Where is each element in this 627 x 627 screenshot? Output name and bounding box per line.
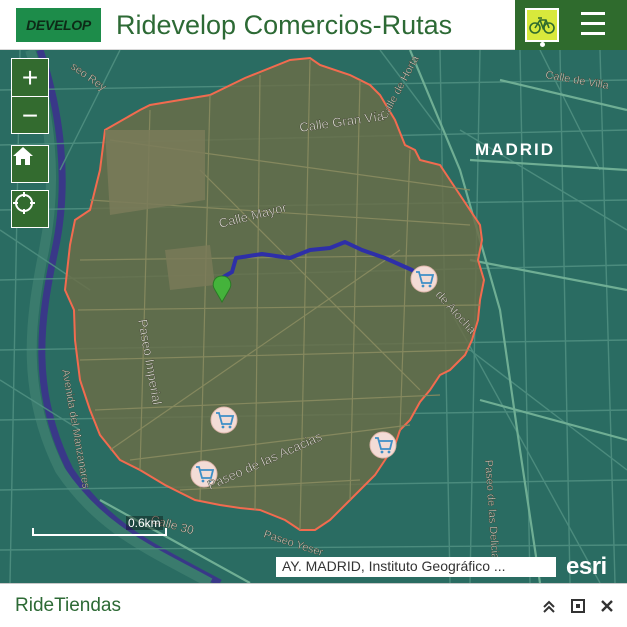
app-title: Ridevelop Comercios-Rutas xyxy=(116,10,453,40)
label-madrid: MADRID xyxy=(475,140,555,159)
double-chevron-up-icon[interactable] xyxy=(537,594,561,618)
locate-button[interactable] xyxy=(11,190,49,228)
bicycle-widget-button[interactable] xyxy=(525,8,559,42)
locate-icon xyxy=(13,192,35,214)
bicycle-icon xyxy=(529,17,555,34)
maximize-icon[interactable] xyxy=(566,594,590,618)
zoom-in-button[interactable]: + xyxy=(12,59,48,96)
basemap: MADRID Calle Gran Vía Calle Mayor Paseo … xyxy=(0,50,627,583)
zoom-control: + − xyxy=(11,58,49,134)
panel-title: RideTiendas xyxy=(15,595,121,616)
ridetiendas-panel: RideTiendas xyxy=(0,583,627,627)
shopping-cart-icon[interactable] xyxy=(369,431,397,459)
shopping-cart-icon[interactable] xyxy=(210,406,238,434)
map-attribution[interactable]: AY. MADRID, Instituto Geográfico ... xyxy=(276,557,556,577)
header-toolbar xyxy=(515,0,627,50)
close-icon[interactable] xyxy=(595,594,619,618)
active-widget-indicator xyxy=(540,42,545,47)
esri-logo[interactable]: esri xyxy=(566,553,607,581)
scale-bar: 0.6km xyxy=(32,516,167,536)
royal-palace-area xyxy=(105,130,205,215)
app-header: DEVELOP Ridevelop Comercios-Rutas xyxy=(0,0,627,50)
app-logo: DEVELOP xyxy=(16,8,101,42)
home-button[interactable] xyxy=(11,145,49,183)
shopping-cart-icon[interactable] xyxy=(410,265,438,293)
map-view[interactable]: MADRID Calle Gran Vía Calle Mayor Paseo … xyxy=(0,50,627,583)
plaza-block xyxy=(165,245,215,290)
zoom-out-button[interactable]: − xyxy=(12,97,48,134)
hamburger-menu-icon[interactable] xyxy=(581,10,611,38)
home-icon xyxy=(13,147,33,165)
scale-label: 0.6km xyxy=(126,516,163,530)
